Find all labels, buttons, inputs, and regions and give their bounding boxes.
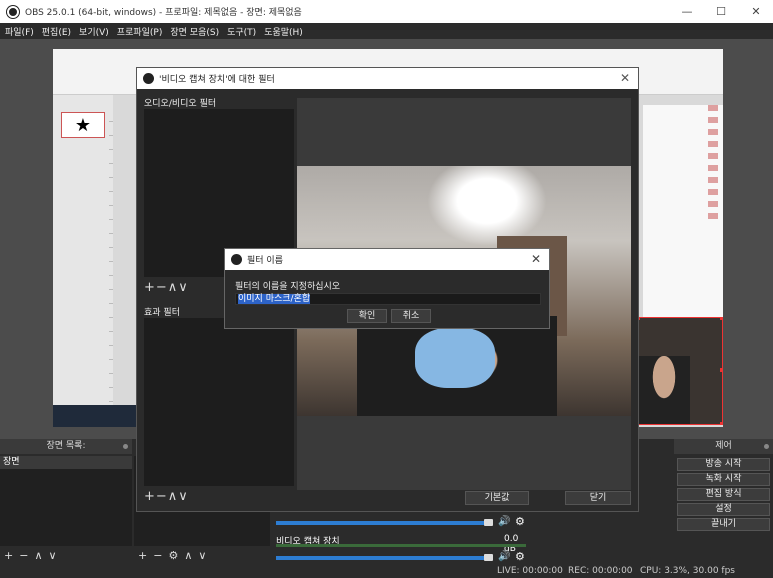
filter-name-dialog: 필터 이름 ✕ 필터의 이름을 지정하십시오 이미지 마스크/혼합 확인 취소 — [224, 248, 550, 329]
captured-slide-pane — [53, 95, 113, 415]
gear-icon[interactable]: ⚙ — [168, 549, 178, 562]
start-streaming-button[interactable]: 방송 시작 — [677, 458, 770, 471]
effect-filter-list[interactable] — [144, 318, 294, 486]
filters-close-button[interactable]: 닫기 — [565, 491, 631, 505]
filter-name-input[interactable]: 이미지 마스크/혼합 — [235, 293, 541, 305]
filters-close-icon[interactable]: ✕ — [620, 71, 630, 85]
volume-slider-handle[interactable] — [484, 554, 493, 561]
move-up-button[interactable]: ∧ — [34, 549, 42, 562]
start-recording-button[interactable]: 녹화 시작 — [677, 473, 770, 486]
volume-slider[interactable] — [276, 556, 486, 560]
menu-help[interactable]: 도움말(H) — [264, 25, 303, 38]
maximize-button[interactable]: ☐ — [704, 0, 738, 23]
camera-thumbnail — [638, 356, 690, 424]
menu-scene-collection[interactable]: 장면 모음(S) — [170, 25, 219, 38]
close-button[interactable]: ✕ — [739, 0, 773, 23]
status-bar: LIVE: 00:00:00 REC: 00:00:00 CPU: 3.3%, … — [0, 563, 773, 578]
cpu-usage: CPU: 3.3%, 30.00 fps — [640, 566, 735, 576]
controls-dock-title: 제어 — [715, 441, 732, 451]
ok-button[interactable]: 확인 — [347, 309, 387, 323]
dock-close-icon[interactable] — [764, 444, 769, 449]
name-prompt: 필터의 이름을 지정하십시오 — [235, 282, 341, 292]
name-dialog-close-icon[interactable]: ✕ — [531, 252, 541, 266]
menu-edit[interactable]: 편집(E) — [42, 25, 71, 38]
controls-dock-header: 제어 — [674, 439, 773, 454]
captured-ruler — [109, 121, 113, 411]
remove-source-button[interactable]: − — [153, 549, 162, 562]
scenes-dock: 장면 목록: 장면 + − ∧ ∨ — [0, 439, 132, 563]
gear-icon[interactable]: ⚙ — [515, 550, 525, 563]
effect-filters-label: 효과 필터 — [144, 308, 180, 318]
move-down-button[interactable]: ∨ — [198, 549, 206, 562]
obs-logo-icon — [7, 5, 19, 18]
scene-list[interactable]: 장면 — [0, 456, 132, 546]
minimize-button[interactable]: — — [670, 0, 704, 23]
add-source-button[interactable]: + — [138, 549, 147, 562]
remove-scene-button[interactable]: − — [19, 549, 28, 562]
defaults-button[interactable]: 기본값 — [465, 491, 529, 505]
name-dialog-titlebar: 필터 이름 ✕ — [225, 249, 549, 270]
obs-logo-icon — [143, 73, 154, 84]
window-titlebar: OBS 25.0.1 (64-bit, windows) - 프로파일: 제목없… — [0, 0, 773, 23]
speaker-icon[interactable]: 🔊 — [498, 551, 510, 562]
rec-time: REC: 00:00:00 — [568, 566, 633, 576]
studio-mode-button[interactable]: 편집 방식 — [677, 488, 770, 501]
av-filter-controls[interactable]: +−∧∨ — [144, 280, 189, 295]
av-filters-label: 오디오/비디오 필터 — [144, 99, 217, 109]
scenes-footer: + − ∧ ∨ — [0, 547, 57, 563]
settings-button[interactable]: 설정 — [677, 503, 770, 516]
menu-tools[interactable]: 도구(T) — [227, 25, 256, 38]
resize-handle[interactable] — [720, 368, 722, 372]
filters-title: '비디오 캡쳐 장치'에 대한 필터 — [159, 75, 275, 85]
resize-handle[interactable] — [720, 422, 722, 424]
audio-meter — [276, 544, 526, 547]
dock-close-icon[interactable] — [123, 444, 128, 449]
scenes-dock-header: 장면 목록: — [0, 439, 132, 454]
live-time: LIVE: 00:00:00 — [497, 566, 563, 576]
volume-slider-handle[interactable] — [484, 519, 493, 526]
move-up-button[interactable]: ∧ — [184, 549, 192, 562]
gear-icon[interactable]: ⚙ — [515, 515, 525, 528]
scenes-dock-title: 장면 목록: — [46, 441, 86, 451]
obs-logo-icon — [231, 254, 242, 265]
window-title: OBS 25.0.1 (64-bit, windows) - 프로파일: 제목없… — [25, 8, 302, 18]
add-scene-button[interactable]: + — [4, 549, 13, 562]
filter-name-value: 이미지 마스크/혼합 — [238, 294, 311, 304]
exit-button[interactable]: 끝내기 — [677, 518, 770, 531]
effect-filter-controls[interactable]: +−∧∨ — [144, 489, 189, 504]
menu-profile[interactable]: 프로파일(P) — [117, 25, 163, 38]
menu-bar: 파일(F) 편집(E) 보기(V) 프로파일(P) 장면 모음(S) 도구(T)… — [0, 23, 773, 39]
filters-titlebar: '비디오 캡쳐 장치'에 대한 필터 ✕ — [137, 68, 638, 89]
menu-file[interactable]: 파일(F) — [5, 25, 34, 38]
resize-handle[interactable] — [720, 318, 722, 320]
volume-slider[interactable] — [276, 521, 486, 525]
speaker-icon[interactable]: 🔊 — [498, 516, 510, 527]
selected-source-box[interactable] — [637, 317, 723, 425]
name-dialog-title: 필터 이름 — [247, 256, 283, 266]
star-icon: ★ — [61, 112, 105, 138]
scene-item[interactable]: 장면 — [0, 456, 132, 469]
move-down-button[interactable]: ∨ — [49, 549, 57, 562]
menu-view[interactable]: 보기(V) — [79, 25, 109, 38]
cancel-button[interactable]: 취소 — [391, 309, 431, 323]
sources-footer: + − ⚙ ∧ ∨ — [134, 547, 206, 563]
